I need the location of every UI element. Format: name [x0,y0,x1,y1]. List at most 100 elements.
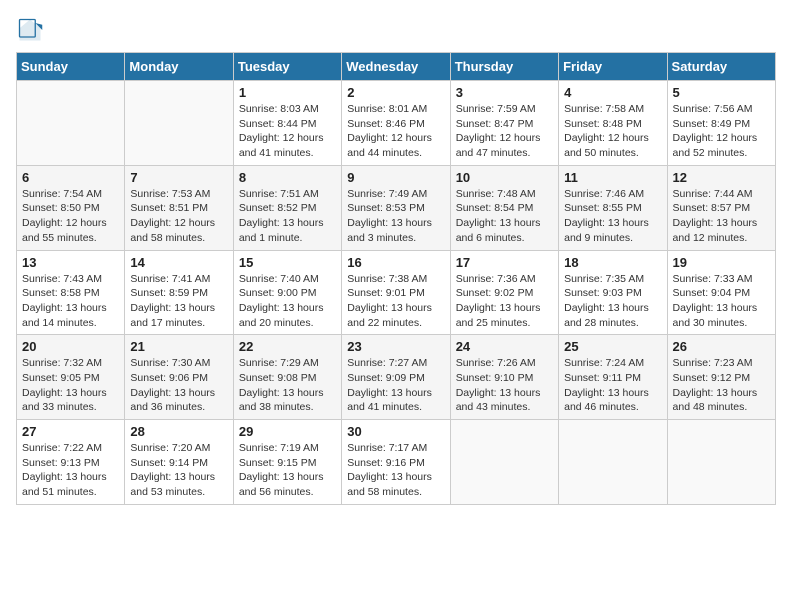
calendar-cell [559,420,667,505]
calendar-cell: 23 Sunrise: 7:27 AM Sunset: 9:09 PM Dayli… [342,335,450,420]
day-info: Sunrise: 7:35 AM Sunset: 9:03 PM Dayligh… [564,272,661,331]
calendar-cell: 10 Sunrise: 7:48 AM Sunset: 8:54 PM Dayli… [450,165,558,250]
day-info: Sunrise: 7:54 AM Sunset: 8:50 PM Dayligh… [22,187,119,246]
calendar-cell [667,420,775,505]
calendar-cell: 30 Sunrise: 7:17 AM Sunset: 9:16 PM Dayli… [342,420,450,505]
page-header [16,16,776,44]
day-info: Sunrise: 7:58 AM Sunset: 8:48 PM Dayligh… [564,102,661,161]
calendar-table: SundayMondayTuesdayWednesdayThursdayFrid… [16,52,776,505]
day-info: Sunrise: 7:56 AM Sunset: 8:49 PM Dayligh… [673,102,770,161]
day-info: Sunrise: 7:36 AM Sunset: 9:02 PM Dayligh… [456,272,553,331]
day-number: 26 [673,339,770,354]
day-info: Sunrise: 7:38 AM Sunset: 9:01 PM Dayligh… [347,272,444,331]
calendar-cell: 19 Sunrise: 7:33 AM Sunset: 9:04 PM Dayli… [667,250,775,335]
day-info: Sunrise: 8:01 AM Sunset: 8:46 PM Dayligh… [347,102,444,161]
day-info: Sunrise: 7:24 AM Sunset: 9:11 PM Dayligh… [564,356,661,415]
day-info: Sunrise: 7:20 AM Sunset: 9:14 PM Dayligh… [130,441,227,500]
day-number: 18 [564,255,661,270]
day-number: 24 [456,339,553,354]
day-number: 21 [130,339,227,354]
calendar-cell: 5 Sunrise: 7:56 AM Sunset: 8:49 PM Daylig… [667,81,775,166]
calendar-cell: 13 Sunrise: 7:43 AM Sunset: 8:58 PM Dayli… [17,250,125,335]
calendar-cell: 28 Sunrise: 7:20 AM Sunset: 9:14 PM Dayli… [125,420,233,505]
column-header-sunday: Sunday [17,53,125,81]
calendar-cell: 3Sunrise: 7:59 AM Sunset: 8:47 PM Daylig… [450,81,558,166]
day-info: Sunrise: 7:23 AM Sunset: 9:12 PM Dayligh… [673,356,770,415]
day-number: 30 [347,424,444,439]
day-info: Sunrise: 7:43 AM Sunset: 8:58 PM Dayligh… [22,272,119,331]
day-info: Sunrise: 7:48 AM Sunset: 8:54 PM Dayligh… [456,187,553,246]
day-info: Sunrise: 7:53 AM Sunset: 8:51 PM Dayligh… [130,187,227,246]
day-number: 11 [564,170,661,185]
day-number: 12 [673,170,770,185]
calendar-cell: 11 Sunrise: 7:46 AM Sunset: 8:55 PM Dayli… [559,165,667,250]
calendar-cell: 17 Sunrise: 7:36 AM Sunset: 9:02 PM Dayli… [450,250,558,335]
day-number: 9 [347,170,444,185]
day-number: 15 [239,255,336,270]
calendar-cell: 8Sunrise: 7:51 AM Sunset: 8:52 PM Daylig… [233,165,341,250]
calendar-cell: 2 Sunrise: 8:01 AM Sunset: 8:46 PM Daylig… [342,81,450,166]
day-info: Sunrise: 7:44 AM Sunset: 8:57 PM Dayligh… [673,187,770,246]
day-info: Sunrise: 7:17 AM Sunset: 9:16 PM Dayligh… [347,441,444,500]
day-number: 22 [239,339,336,354]
calendar-cell [125,81,233,166]
day-number: 5 [673,85,770,100]
calendar-cell: 20Sunrise: 7:32 AM Sunset: 9:05 PM Dayli… [17,335,125,420]
calendar-cell: 12 Sunrise: 7:44 AM Sunset: 8:57 PM Dayli… [667,165,775,250]
column-header-thursday: Thursday [450,53,558,81]
day-number: 2 [347,85,444,100]
day-number: 27 [22,424,119,439]
day-info: Sunrise: 7:26 AM Sunset: 9:10 PM Dayligh… [456,356,553,415]
calendar-week-row: 1 Sunrise: 8:03 AM Sunset: 8:44 PM Daylig… [17,81,776,166]
day-number: 13 [22,255,119,270]
calendar-cell: 22 Sunrise: 7:29 AM Sunset: 9:08 PM Dayli… [233,335,341,420]
day-number: 19 [673,255,770,270]
day-info: Sunrise: 7:22 AM Sunset: 9:13 PM Dayligh… [22,441,119,500]
calendar-week-row: 20Sunrise: 7:32 AM Sunset: 9:05 PM Dayli… [17,335,776,420]
day-number: 28 [130,424,227,439]
calendar-cell: 29Sunrise: 7:19 AM Sunset: 9:15 PM Dayli… [233,420,341,505]
day-number: 7 [130,170,227,185]
day-info: Sunrise: 7:27 AM Sunset: 9:09 PM Dayligh… [347,356,444,415]
calendar-cell: 21Sunrise: 7:30 AM Sunset: 9:06 PM Dayli… [125,335,233,420]
calendar-week-row: 6 Sunrise: 7:54 AM Sunset: 8:50 PM Daylig… [17,165,776,250]
day-number: 29 [239,424,336,439]
calendar-cell: 16 Sunrise: 7:38 AM Sunset: 9:01 PM Dayli… [342,250,450,335]
calendar-cell: 9 Sunrise: 7:49 AM Sunset: 8:53 PM Daylig… [342,165,450,250]
day-number: 25 [564,339,661,354]
day-number: 10 [456,170,553,185]
day-number: 20 [22,339,119,354]
day-number: 16 [347,255,444,270]
column-header-monday: Monday [125,53,233,81]
day-info: Sunrise: 7:51 AM Sunset: 8:52 PM Dayligh… [239,187,336,246]
day-info: Sunrise: 7:33 AM Sunset: 9:04 PM Dayligh… [673,272,770,331]
day-number: 6 [22,170,119,185]
day-info: Sunrise: 7:59 AM Sunset: 8:47 PM Dayligh… [456,102,553,161]
day-number: 4 [564,85,661,100]
column-header-saturday: Saturday [667,53,775,81]
calendar-header-row: SundayMondayTuesdayWednesdayThursdayFrid… [17,53,776,81]
calendar-week-row: 27 Sunrise: 7:22 AM Sunset: 9:13 PM Dayli… [17,420,776,505]
calendar-cell: 24 Sunrise: 7:26 AM Sunset: 9:10 PM Dayli… [450,335,558,420]
day-number: 14 [130,255,227,270]
calendar-cell: 27 Sunrise: 7:22 AM Sunset: 9:13 PM Dayli… [17,420,125,505]
day-info: Sunrise: 7:49 AM Sunset: 8:53 PM Dayligh… [347,187,444,246]
column-header-wednesday: Wednesday [342,53,450,81]
day-info: Sunrise: 7:40 AM Sunset: 9:00 PM Dayligh… [239,272,336,331]
day-number: 1 [239,85,336,100]
day-info: Sunrise: 7:46 AM Sunset: 8:55 PM Dayligh… [564,187,661,246]
logo-icon [16,16,44,44]
day-number: 23 [347,339,444,354]
day-info: Sunrise: 7:29 AM Sunset: 9:08 PM Dayligh… [239,356,336,415]
day-info: Sunrise: 8:03 AM Sunset: 8:44 PM Dayligh… [239,102,336,161]
calendar-cell: 4 Sunrise: 7:58 AM Sunset: 8:48 PM Daylig… [559,81,667,166]
column-header-friday: Friday [559,53,667,81]
calendar-cell: 26 Sunrise: 7:23 AM Sunset: 9:12 PM Dayli… [667,335,775,420]
day-number: 17 [456,255,553,270]
calendar-cell: 14Sunrise: 7:41 AM Sunset: 8:59 PM Dayli… [125,250,233,335]
calendar-cell [17,81,125,166]
calendar-cell: 25 Sunrise: 7:24 AM Sunset: 9:11 PM Dayli… [559,335,667,420]
calendar-cell: 18 Sunrise: 7:35 AM Sunset: 9:03 PM Dayli… [559,250,667,335]
calendar-cell: 15 Sunrise: 7:40 AM Sunset: 9:00 PM Dayli… [233,250,341,335]
calendar-cell: 1 Sunrise: 8:03 AM Sunset: 8:44 PM Daylig… [233,81,341,166]
